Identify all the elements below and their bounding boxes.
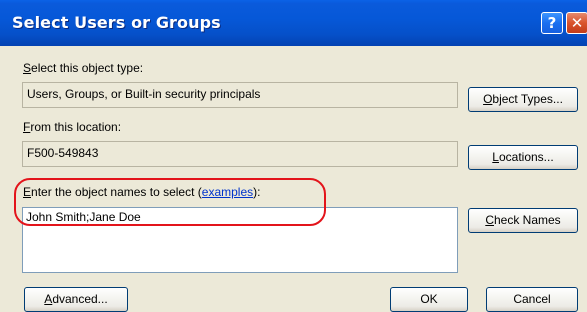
close-button[interactable]: ✕ [566,12,587,34]
object-names-label-text: nter the object names to select ( [31,185,202,199]
ok-button-label: OK [420,292,438,306]
object-types-button[interactable]: Object Types... [468,87,578,112]
object-type-label-mnemonic: S [23,61,32,75]
object-names-label-mnemonic: E [23,185,32,199]
object-names-label-end: ): [253,185,261,199]
advanced-button[interactable]: Advanced... [24,287,128,312]
cancel-button-label: Cancel [513,292,551,306]
close-icon: ✕ [570,14,584,32]
locations-button-mnemonic: L [492,150,499,164]
check-names-button-mnemonic: C [485,213,494,227]
title-bar[interactable]: Select Users or Groups ? ✕ [0,0,587,46]
object-type-label-text: elect this object type: [31,61,144,75]
check-names-button-label: heck Names [493,213,561,227]
object-names-input[interactable]: John Smith;Jane Doe [22,207,458,273]
question-mark-icon: ? [547,14,557,32]
window-title: Select Users or Groups [12,13,221,32]
ok-button[interactable]: OK [390,287,468,312]
location-value: F500-549843 [22,141,458,167]
object-type-value: Users, Groups, or Built-in security prin… [22,82,458,108]
locations-button-label: ocations... [498,150,554,164]
object-types-button-label: bject Types... [492,92,563,106]
cancel-button[interactable]: Cancel [486,287,578,312]
object-names-value: John Smith;Jane Doe [26,210,141,224]
help-button[interactable]: ? [541,12,563,34]
advanced-button-label: dvanced... [52,292,108,306]
location-label-text: rom this location: [30,120,122,134]
locations-button[interactable]: Locations... [468,145,578,170]
location-label: From this location: [23,120,121,134]
object-names-label: Enter the object names to select (exampl… [23,185,260,199]
check-names-button[interactable]: Check Names [468,208,578,233]
object-type-label: Select this object type: [23,61,143,75]
examples-link[interactable]: examples [202,185,253,199]
